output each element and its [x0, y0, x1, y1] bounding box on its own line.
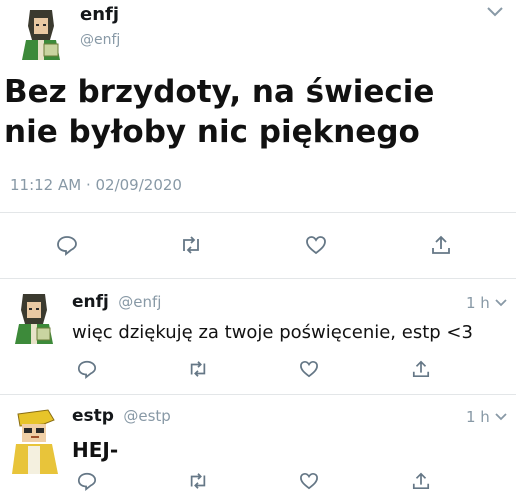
display-name[interactable]: enfj: [80, 4, 119, 25]
share-icon[interactable]: [410, 358, 432, 380]
like-icon[interactable]: [298, 358, 320, 380]
enfj-avatar-icon: [18, 6, 64, 60]
reply-icon[interactable]: [76, 358, 98, 380]
share-icon[interactable]: [410, 470, 432, 492]
green-book-character-avatar-icon: [12, 290, 56, 344]
reply-icon[interactable]: [54, 232, 80, 258]
avatar[interactable]: [12, 290, 56, 344]
reply-text: HEJ-: [72, 438, 119, 462]
avatar[interactable]: [18, 6, 64, 60]
display-name[interactable]: estp: [72, 406, 114, 426]
tweet-text-line-2: nie byłoby nic pięknego: [4, 114, 420, 150]
yellow-cap-character-avatar-icon: [8, 404, 62, 476]
timestamp[interactable]: 11:12 AM · 02/09/2020: [10, 176, 182, 194]
display-name[interactable]: enfj: [72, 292, 109, 312]
like-icon[interactable]: [298, 470, 320, 492]
reply-time[interactable]: 1 h: [466, 408, 490, 426]
divider: [0, 394, 516, 395]
retweet-icon[interactable]: [186, 470, 210, 492]
chevron-down-icon[interactable]: [494, 298, 508, 308]
reply-time[interactable]: 1 h: [466, 294, 490, 312]
reply-header: estp @estp: [72, 406, 171, 426]
avatar[interactable]: [8, 404, 62, 476]
retweet-icon[interactable]: [178, 232, 204, 258]
share-icon[interactable]: [428, 232, 454, 258]
retweet-icon[interactable]: [186, 358, 210, 380]
handle[interactable]: @estp: [123, 407, 170, 425]
reply-header: enfj @enfj: [72, 292, 161, 312]
handle[interactable]: @enfj: [118, 293, 161, 311]
reply-icon[interactable]: [76, 470, 98, 492]
divider: [0, 278, 516, 279]
divider: [0, 212, 516, 213]
chevron-down-icon[interactable]: [494, 412, 508, 422]
like-icon[interactable]: [303, 232, 329, 258]
tweet-text-line-1: Bez brzydoty, na świecie: [4, 74, 435, 110]
reply-text: więc dziękuję za twoje poświęcenie, estp…: [72, 322, 473, 343]
chevron-down-icon[interactable]: [486, 6, 504, 18]
handle[interactable]: @enfj: [80, 32, 120, 48]
